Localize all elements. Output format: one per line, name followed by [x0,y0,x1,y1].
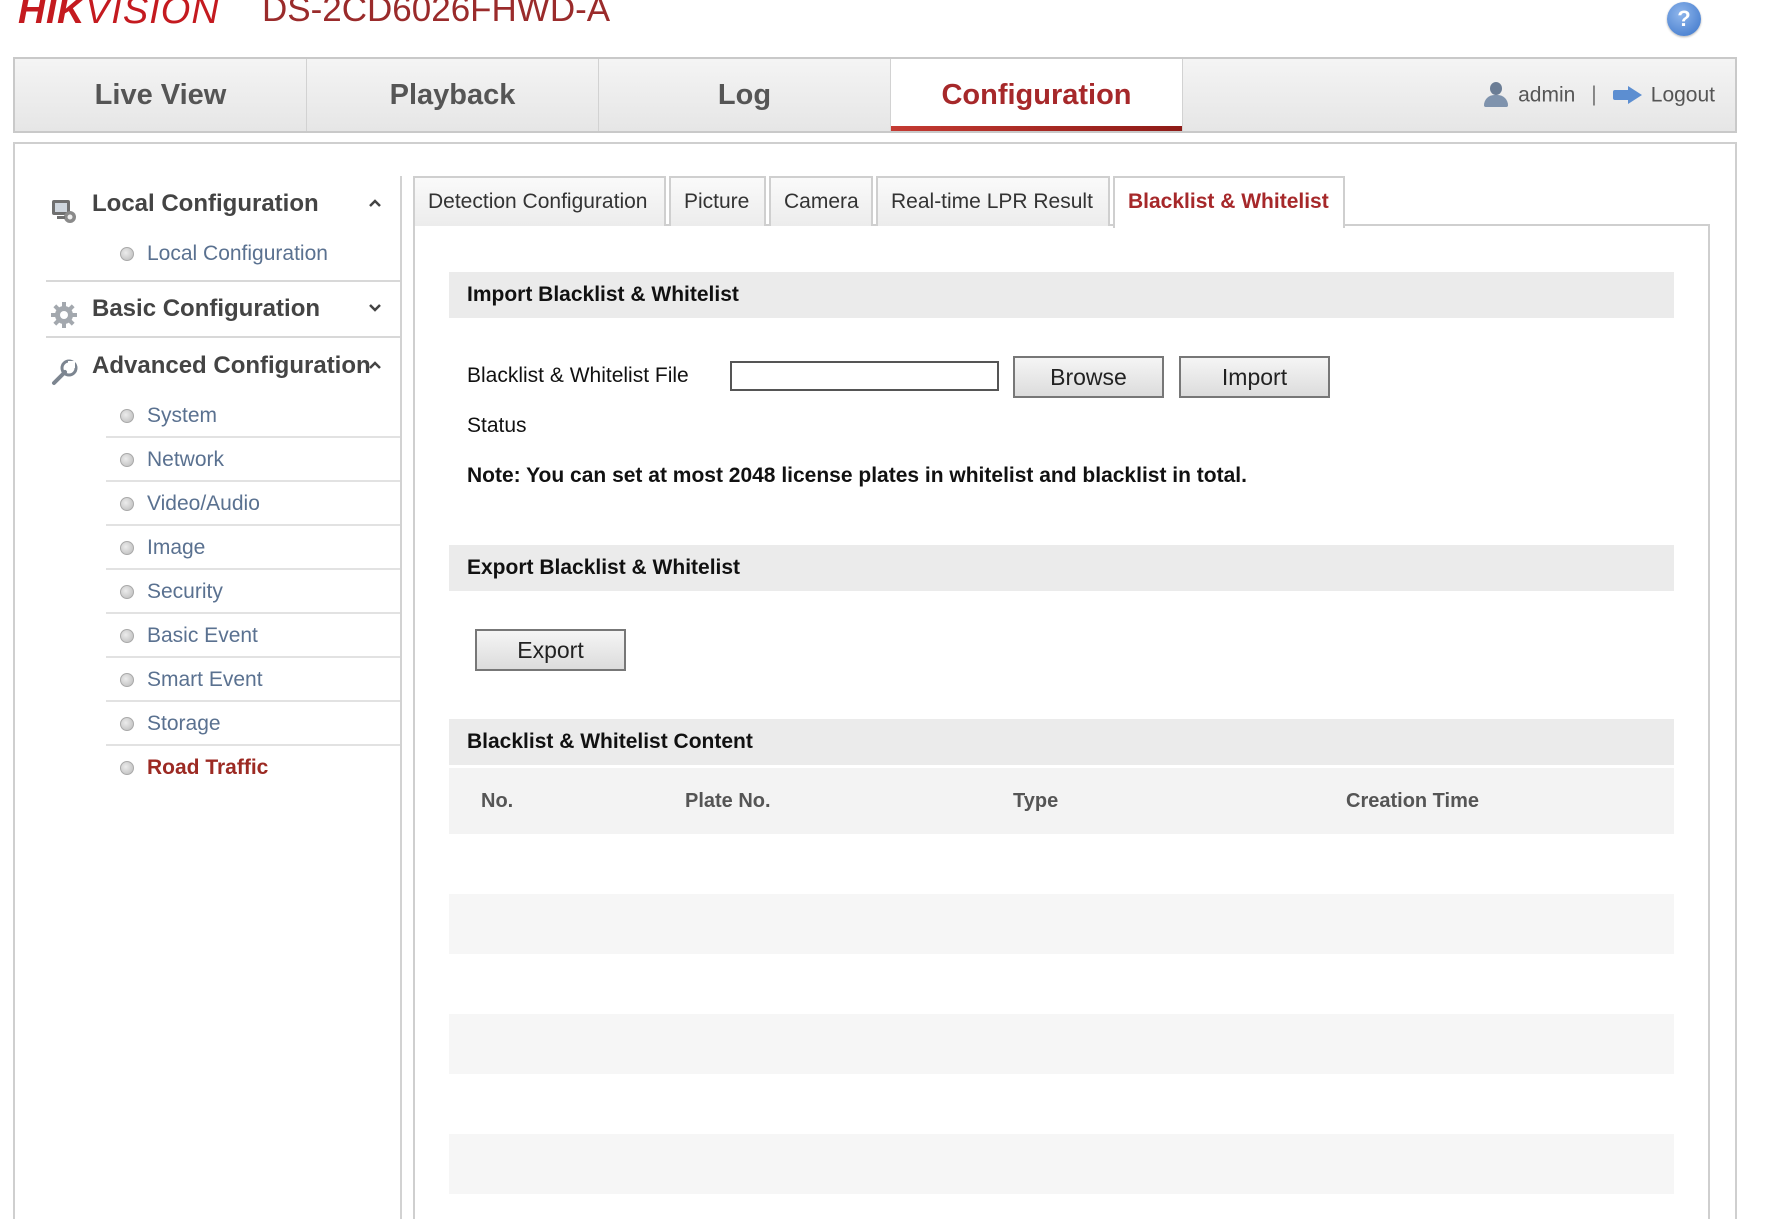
sidebar-item-label: System [147,404,218,427]
help-icon[interactable]: ? [1667,2,1701,36]
sidebar-item-label: Storage [147,712,221,735]
sidebar-item-basic-event[interactable]: Basic Event [106,614,400,658]
sidebar-item-label: Image [147,536,206,559]
user-box: admin | Logout [1482,59,1715,131]
sidebar-item-label: Security [147,580,223,603]
tab-detection-configuration[interactable]: Detection Configuration [413,176,666,226]
file-path-input[interactable] [730,361,999,391]
tab-log[interactable]: Log [599,59,891,131]
table-row [449,1134,1674,1194]
bullet-icon [120,585,134,599]
chevron-up-icon[interactable] [368,338,382,394]
gear-icon [50,295,78,328]
note-text: Note: You can set at most 2048 license p… [467,464,1247,487]
monitor-icon [50,190,78,223]
table-row [449,894,1674,954]
column-header-type[interactable]: Type [1013,768,1058,834]
sidebar-item-label: Local Configuration [147,242,328,265]
bullet-icon [120,541,134,555]
tab-playback[interactable]: Playback [307,59,599,131]
sidebar-item-video-audio[interactable]: Video/Audio [106,482,400,526]
section-basic-configuration[interactable]: Basic Configuration [32,282,400,336]
sidebar-item-label: Road Traffic [147,756,269,779]
bullet-icon [120,717,134,731]
sidebar-item-image[interactable]: Image [106,526,400,570]
column-header-no[interactable]: No. [481,768,513,834]
wrench-icon [50,352,78,385]
bullet-icon [120,453,134,467]
tab-blacklist-whitelist[interactable]: Blacklist & Whitelist [1113,176,1345,228]
status-label: Status [467,414,527,437]
sidebar-item-security[interactable]: Security [106,570,400,614]
sidebar-item-storage[interactable]: Storage [106,702,400,746]
table-row [449,834,1674,894]
bullet-icon [120,497,134,511]
tab-picture[interactable]: Picture [669,176,766,226]
browse-button[interactable]: Browse [1013,356,1164,398]
tab-camera[interactable]: Camera [769,176,873,226]
section-local-configuration[interactable]: Local Configuration [32,176,400,232]
column-header-plate-no[interactable]: Plate No. [685,768,771,834]
sidebar-item-label: Basic Event [147,624,258,647]
bullet-icon [120,673,134,687]
export-section-header: Export Blacklist & Whitelist [449,545,1674,591]
tab-realtime-lpr-result[interactable]: Real-time LPR Result [876,176,1110,226]
sidebar-item-label: Smart Event [147,668,263,691]
table-row [449,954,1674,1014]
tab-configuration[interactable]: Configuration [891,59,1183,131]
table-header: No. Plate No. Type Creation Time [449,768,1674,834]
sidebar-item-label: Video/Audio [147,492,260,515]
bullet-icon [120,629,134,643]
file-label: Blacklist & Whitelist File [467,364,689,387]
section-title: Basic Configuration [92,295,321,322]
logout-link[interactable]: Logout [1651,83,1715,106]
hikvision-logo: HIKVISION [18,0,220,32]
chevron-up-icon[interactable] [368,176,382,232]
sidebar-item-system[interactable]: System [106,394,400,438]
table-row [449,1014,1674,1074]
sidebar-item-network[interactable]: Network [106,438,400,482]
import-section-header: Import Blacklist & Whitelist [449,272,1674,318]
sidebar: Local Configuration Local Configuration … [32,176,402,1219]
bullet-icon [120,409,134,423]
bullet-icon [120,247,134,261]
section-title: Local Configuration [92,190,319,217]
sidebar-item-label: Network [147,448,225,471]
user-icon [1482,81,1510,109]
logout-icon[interactable] [1612,86,1643,105]
tab-live-view[interactable]: Live View [15,59,307,131]
content-section-header: Blacklist & Whitelist Content [449,719,1674,765]
sidebar-item-local-configuration[interactable]: Local Configuration [106,232,400,276]
section-advanced-configuration[interactable]: Advanced Configuration [32,338,400,394]
bullet-icon [120,761,134,775]
export-button[interactable]: Export [475,629,626,671]
table-row [449,1074,1674,1134]
section-title: Advanced Configuration [92,352,371,379]
import-button[interactable]: Import [1179,356,1330,398]
sidebar-item-smart-event[interactable]: Smart Event [106,658,400,702]
separator: | [1591,83,1597,107]
sidebar-item-road-traffic[interactable]: Road Traffic [106,746,400,790]
username[interactable]: admin [1518,83,1575,106]
column-header-creation-time[interactable]: Creation Time [1346,768,1479,834]
chevron-down-icon[interactable] [368,282,382,336]
top-navigation: Live View Playback Log Configuration adm… [13,57,1737,133]
device-model-title: DS-2CD6026FHWD-A [262,0,611,29]
